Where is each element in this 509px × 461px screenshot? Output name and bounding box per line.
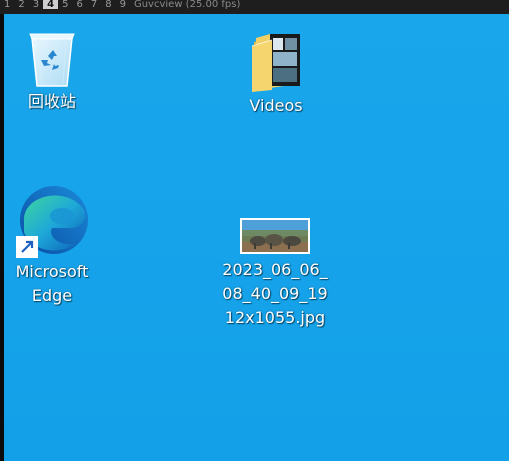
workspace-tab-5[interactable]: 5 (58, 0, 72, 10)
workspace-tab-9[interactable]: 9 (116, 0, 130, 10)
desktop-icon-label: Microsoft Edge (15, 262, 89, 305)
workspace-tab-1[interactable]: 1 (0, 0, 14, 10)
workspace-tab-8[interactable]: 8 (101, 0, 115, 10)
workspace-tab-6[interactable]: 6 (72, 0, 86, 10)
desktop-icon-videos[interactable]: Videos (226, 28, 326, 118)
desktop-icon-label: Videos (249, 96, 303, 115)
desktop-icon-label: 回收站 (27, 92, 76, 111)
desktop-icon-label: 2023_06_06_ 08_40_09_19 12x1055.jpg (222, 260, 328, 327)
workspace-tab-7[interactable]: 7 (87, 0, 101, 10)
workspace-tab-2[interactable]: 2 (14, 0, 28, 10)
workspace-tab-4[interactable]: 4 (43, 0, 59, 10)
desktop-icon-photo-file[interactable]: 2023_06_06_ 08_40_09_19 12x1055.jpg (214, 210, 336, 330)
desktop[interactable]: 1 2 3 4 5 6 7 8 9 Guvcview (25.00 fps) 回… (0, 0, 509, 461)
edge-icon (16, 186, 88, 258)
workspace-bar: 1 2 3 4 5 6 7 8 9 Guvcview (25.00 fps) (0, 0, 509, 14)
desktop-icon-recycle-bin[interactable]: 回收站 (10, 24, 94, 114)
recycle-bin-icon (29, 33, 75, 87)
workspace-tab-3[interactable]: 3 (29, 0, 43, 10)
desktop-icon-microsoft-edge[interactable]: Microsoft Edge (4, 184, 100, 308)
window-title: Guvcview (25.00 fps) (133, 0, 241, 10)
folder-icon (251, 34, 300, 92)
image-thumbnail (240, 218, 310, 254)
